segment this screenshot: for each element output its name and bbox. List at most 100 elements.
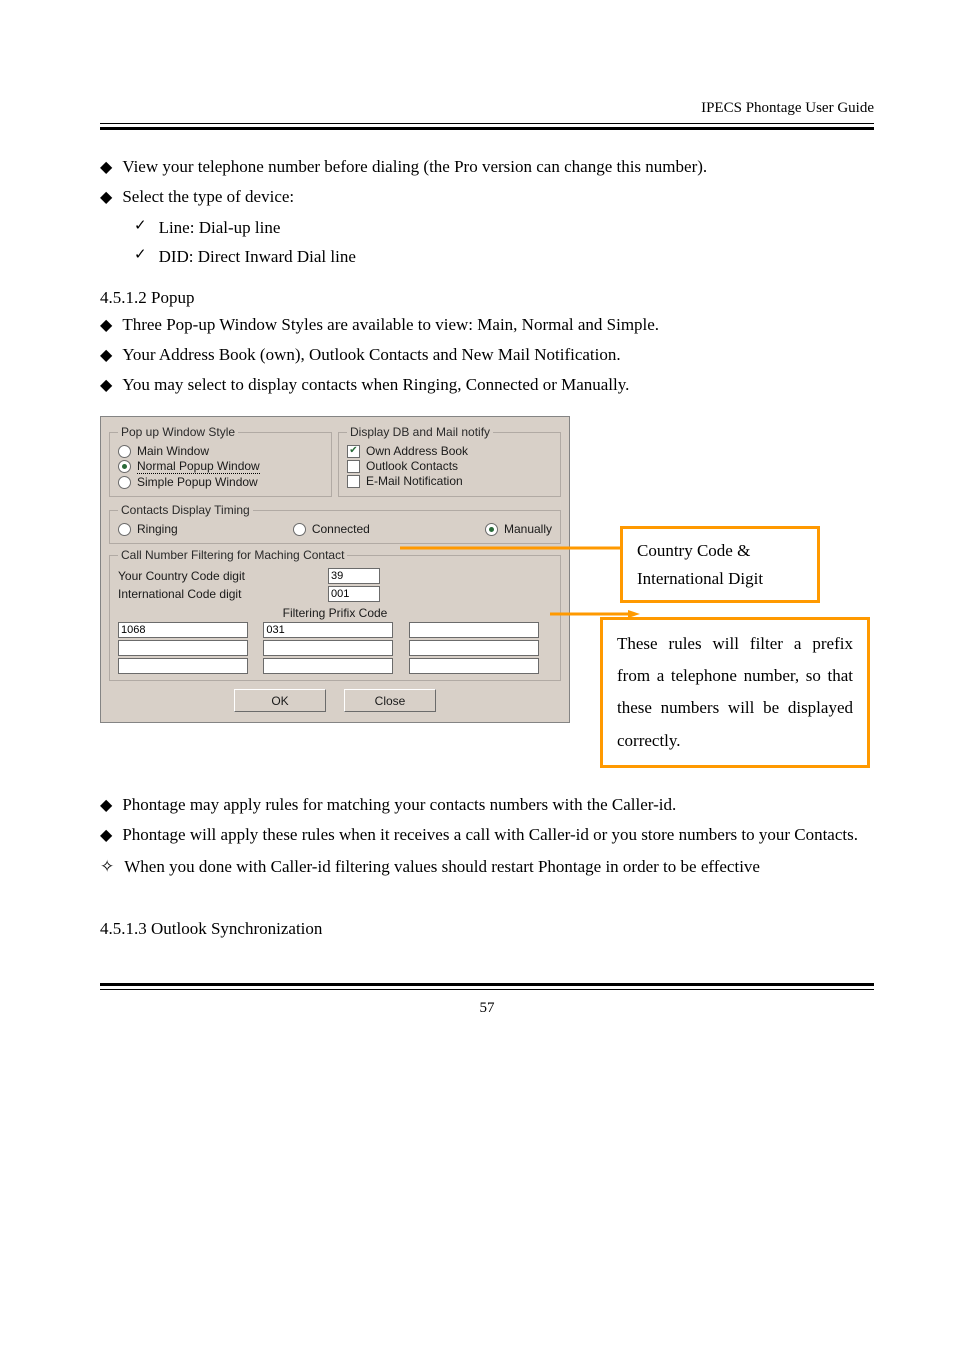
label-intl-code: International Code digit <box>118 587 328 601</box>
diamond-icon: ◆ <box>100 314 112 338</box>
radio-label: Ringing <box>137 522 178 536</box>
input-prefix-8[interactable] <box>263 658 393 674</box>
page-header: IPECS Phontage User Guide <box>100 100 874 123</box>
input-prefix-3[interactable] <box>409 622 539 638</box>
legend-db-mail: Display DB and Mail notify <box>347 425 493 439</box>
note-restart: ✧ When you done with Caller-id filtering… <box>100 854 874 880</box>
callout-line: International Digit <box>637 565 803 592</box>
input-intl-code[interactable] <box>328 586 380 602</box>
legend-popup-style: Pop up Window Style <box>118 425 238 439</box>
callout-text: These rules will filter a prefix from a … <box>617 634 853 750</box>
checkbox-icon <box>347 475 360 488</box>
bullet-address-outlook: ◆ Your Address Book (own), Outlook Conta… <box>100 342 874 368</box>
check-line: ✓ Line: Dial-up line <box>134 214 874 241</box>
bullet-window-styles: ◆ Three Pop-up Window Styles are availab… <box>100 312 874 338</box>
input-prefix-5[interactable] <box>263 640 393 656</box>
check-icon: ✓ <box>134 214 147 238</box>
note-text: When you done with Caller-id filtering v… <box>124 854 760 880</box>
input-prefix-2[interactable] <box>263 622 393 638</box>
check-did: ✓ DID: Direct Inward Dial line <box>134 243 874 270</box>
header-title: IPECS Phontage User Guide <box>701 100 874 116</box>
bullet-list-3: ◆ Phontage may apply rules for matching … <box>100 792 874 848</box>
radio-label: Connected <box>312 522 370 536</box>
header-rule-thin <box>100 123 874 124</box>
label-prefix-title: Filtering Prifix Code <box>118 606 552 620</box>
prefix-grid <box>118 622 552 674</box>
radio-connected[interactable]: Connected <box>293 522 370 536</box>
bullet-text: Select the type of device: <box>122 184 294 210</box>
radio-label: Normal Popup Window <box>137 459 260 474</box>
radio-icon <box>118 523 131 536</box>
bullet-select-device: ◆ Select the type of device: <box>100 184 874 210</box>
radio-label: Simple Popup Window <box>137 475 258 489</box>
input-prefix-9[interactable] <box>409 658 539 674</box>
bullet-text: View your telephone number before dialin… <box>122 154 707 180</box>
callout-filter-rules: These rules will filter a prefix from a … <box>600 617 870 768</box>
bullet-text: Three Pop-up Window Styles are available… <box>122 312 659 338</box>
radio-simple-popup[interactable]: Simple Popup Window <box>118 475 323 489</box>
bullet-text: Phontage will apply these rules when it … <box>122 822 858 848</box>
radio-icon <box>118 476 131 489</box>
callout-country-code: Country Code & International Digit <box>620 526 820 602</box>
radio-icon <box>118 445 131 458</box>
check-email-notification[interactable]: E-Mail Notification <box>347 474 552 488</box>
diamond-icon: ◆ <box>100 156 112 180</box>
input-prefix-7[interactable] <box>118 658 248 674</box>
close-button[interactable]: Close <box>344 689 436 712</box>
bullet-matching-rules: ◆ Phontage may apply rules for matching … <box>100 792 874 818</box>
diamond-icon: ◆ <box>100 794 112 818</box>
check-label: Outlook Contacts <box>366 459 458 473</box>
ok-button[interactable]: OK <box>234 689 326 712</box>
radio-manually[interactable]: Manually <box>485 522 552 536</box>
popup-settings-dialog: Pop up Window Style Main Window Normal P… <box>100 416 570 723</box>
ok-label: OK <box>271 694 288 708</box>
checkbox-icon <box>347 460 360 473</box>
bullet-text: Phontage may apply rules for matching yo… <box>122 792 676 818</box>
diamond-icon: ◆ <box>100 824 112 848</box>
diamond-icon: ◆ <box>100 344 112 368</box>
fieldset-timing: Contacts Display Timing Ringing Connecte… <box>109 503 561 544</box>
bullet-display-timing: ◆ You may select to display contacts whe… <box>100 372 874 398</box>
legend-timing: Contacts Display Timing <box>118 503 253 517</box>
check-label: DID: Direct Inward Dial line <box>159 243 356 270</box>
sub-check-list: ✓ Line: Dial-up line ✓ DID: Direct Inwar… <box>134 214 874 270</box>
radio-main-window[interactable]: Main Window <box>118 444 323 458</box>
callout-line: Country Code & <box>637 537 803 564</box>
close-label: Close <box>375 694 406 708</box>
diamond-icon: ◆ <box>100 186 112 210</box>
bullet-text: You may select to display contacts when … <box>122 372 629 398</box>
label-country-code: Your Country Code digit <box>118 569 328 583</box>
note-diamond-icon: ✧ <box>100 854 114 880</box>
bullet-view-number: ◆ View your telephone number before dial… <box>100 154 874 180</box>
dialog-screenshot-area: Pop up Window Style Main Window Normal P… <box>100 416 874 768</box>
fieldset-popup-style: Pop up Window Style Main Window Normal P… <box>109 425 332 497</box>
check-label: Own Address Book <box>366 444 468 458</box>
section-heading-popup: 4.5.1.2 Popup <box>100 288 874 308</box>
input-prefix-1[interactable] <box>118 622 248 638</box>
checkbox-icon <box>347 445 360 458</box>
input-prefix-4[interactable] <box>118 640 248 656</box>
check-label: Line: Dial-up line <box>159 214 281 241</box>
check-icon: ✓ <box>134 243 147 267</box>
input-country-code[interactable] <box>328 568 380 584</box>
radio-ringing[interactable]: Ringing <box>118 522 178 536</box>
input-prefix-6[interactable] <box>409 640 539 656</box>
bullet-list-1: ◆ View your telephone number before dial… <box>100 154 874 210</box>
radio-icon <box>293 523 306 536</box>
page-footer: 57 <box>100 990 874 1017</box>
bullet-text: Your Address Book (own), Outlook Contact… <box>122 342 620 368</box>
radio-label: Main Window <box>137 444 209 458</box>
footer-rule-thick <box>100 983 874 986</box>
fieldset-filtering: Call Number Filtering for Maching Contac… <box>109 548 561 681</box>
radio-icon <box>485 523 498 536</box>
section-heading-outlook: 4.5.1.3 Outlook Synchronization <box>100 919 874 939</box>
fieldset-db-mail: Display DB and Mail notify Own Address B… <box>338 425 561 497</box>
check-outlook-contacts[interactable]: Outlook Contacts <box>347 459 552 473</box>
diamond-icon: ◆ <box>100 374 112 398</box>
radio-label: Manually <box>504 522 552 536</box>
radio-normal-popup[interactable]: Normal Popup Window <box>118 459 323 474</box>
bullet-list-2: ◆ Three Pop-up Window Styles are availab… <box>100 312 874 398</box>
radio-icon <box>118 460 131 473</box>
check-own-addressbook[interactable]: Own Address Book <box>347 444 552 458</box>
bullet-apply-rules: ◆ Phontage will apply these rules when i… <box>100 822 874 848</box>
